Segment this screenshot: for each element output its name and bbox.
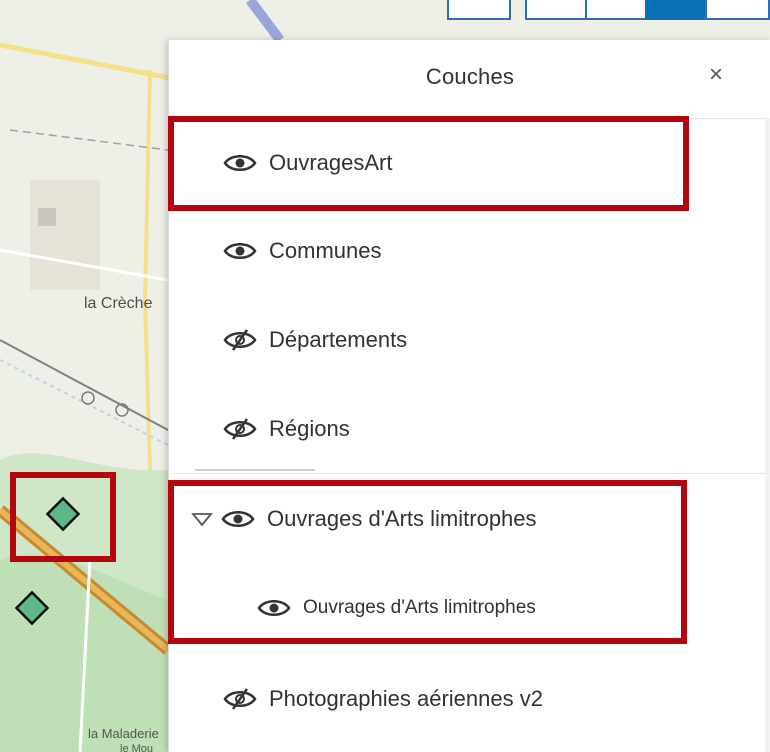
layer-label: Régions bbox=[269, 416, 350, 441]
layer-label: Ouvrages d'Arts limitrophes bbox=[303, 597, 536, 618]
toolbar-button-active[interactable] bbox=[645, 0, 707, 20]
layer-label: OuvragesArt bbox=[269, 150, 393, 175]
toolbar-button[interactable] bbox=[525, 0, 587, 20]
layer-item-photographies[interactable]: Photographies aériennes v2 bbox=[169, 671, 770, 727]
eye-icon[interactable] bbox=[221, 508, 255, 530]
layer-item-communes[interactable]: Communes bbox=[169, 223, 770, 279]
toolbar-button[interactable] bbox=[447, 0, 511, 20]
layer-item-ouvragesart[interactable]: OuvragesArt bbox=[169, 135, 770, 191]
eye-icon[interactable] bbox=[257, 597, 291, 619]
toolbar-button[interactable] bbox=[585, 0, 647, 20]
panel-title: Couches bbox=[425, 64, 515, 89]
layer-label: Départements bbox=[269, 327, 408, 352]
eye-icon[interactable] bbox=[223, 240, 257, 262]
eye-slash-icon[interactable] bbox=[223, 329, 257, 351]
map-label-town: le Mou bbox=[120, 743, 153, 752]
panel-header: Couches × bbox=[169, 40, 770, 119]
eye-slash-icon[interactable] bbox=[223, 688, 257, 710]
layers-panel: Couches × OuvragesArt Communes Départeme… bbox=[168, 40, 770, 752]
toolbar-button[interactable] bbox=[705, 0, 770, 20]
divider bbox=[173, 473, 770, 474]
layer-item-regions[interactable]: Régions bbox=[169, 401, 770, 457]
eye-slash-icon[interactable] bbox=[223, 418, 257, 440]
layer-item-departements[interactable]: Départements bbox=[169, 312, 770, 368]
map-label-town: la Maladerie bbox=[88, 726, 159, 741]
scrollbar[interactable] bbox=[765, 118, 770, 752]
eye-icon[interactable] bbox=[223, 152, 257, 174]
sublayer-item-ouvrages-limitrophes[interactable]: Ouvrages d'Arts limitrophes bbox=[169, 580, 770, 636]
layer-label: Ouvrages d'Arts limitrophes bbox=[267, 506, 537, 531]
layer-group-ouvrages-limitrophes[interactable]: Ouvrages d'Arts limitrophes bbox=[169, 491, 770, 547]
caret-down-icon[interactable] bbox=[191, 511, 213, 527]
close-button[interactable]: × bbox=[701, 60, 731, 90]
map-label-town: la Crèche bbox=[84, 295, 153, 312]
layer-label: Photographies aériennes v2 bbox=[269, 686, 543, 711]
divider bbox=[195, 469, 315, 471]
layer-label: Communes bbox=[269, 238, 382, 263]
